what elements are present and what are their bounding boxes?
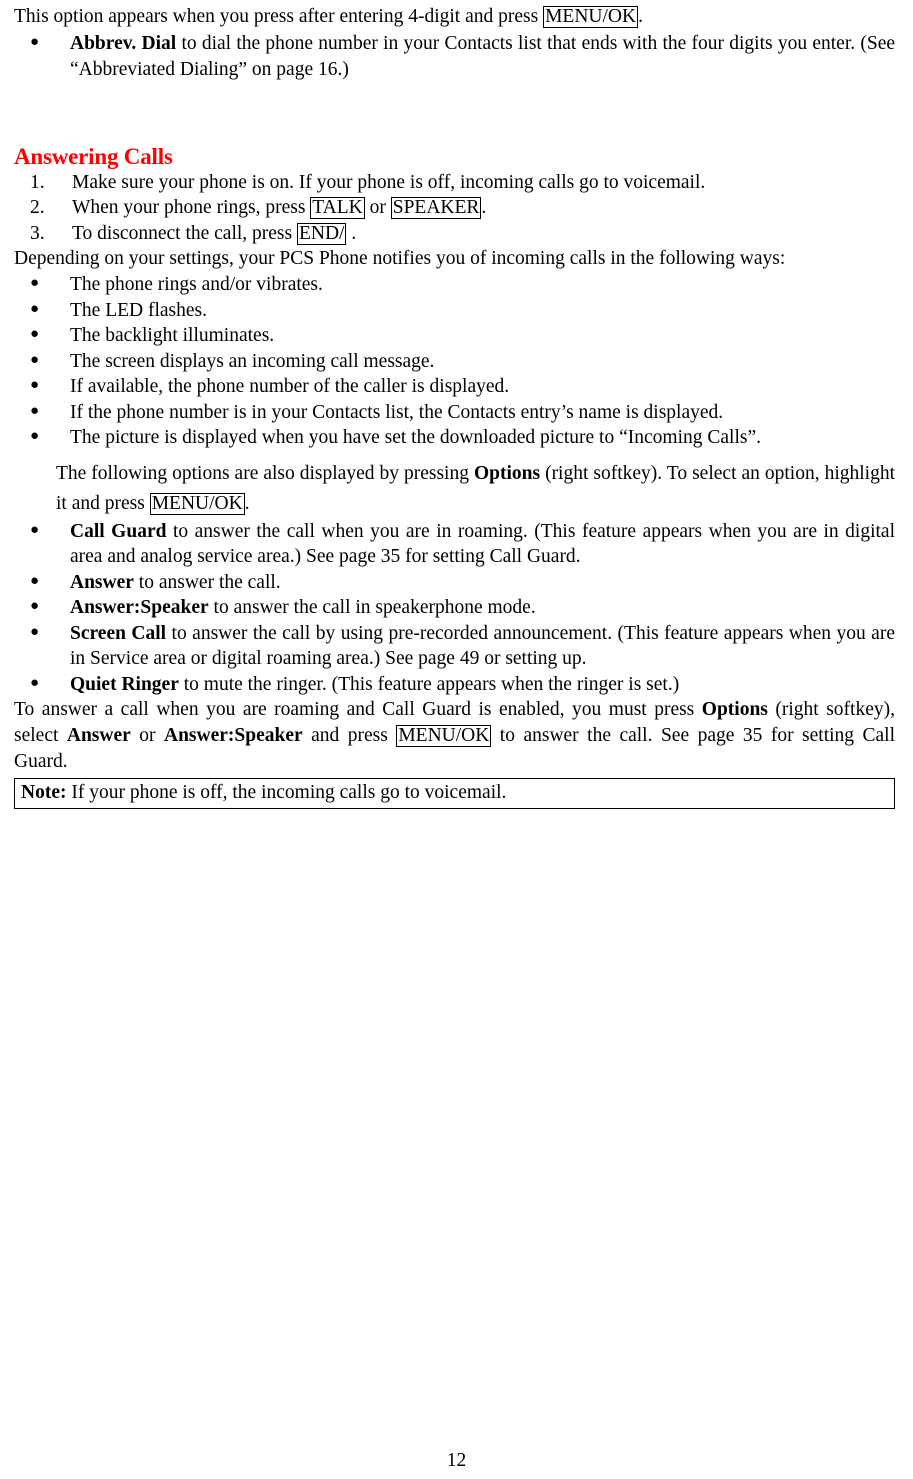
options-intro-paragraph: The following options are also displayed… xyxy=(14,459,895,519)
abbrev-dial-text: to dial the phone number in your Contact… xyxy=(70,33,896,80)
option-label-answer: Answer xyxy=(70,571,134,593)
depending-paragraph: Depending on your settings, your PCS Pho… xyxy=(14,248,786,269)
list-item: The LED flashes. xyxy=(14,297,895,324)
list-item: The screen displays an incoming call mes… xyxy=(14,348,895,375)
list-item: Answer to answer the call. xyxy=(14,569,895,596)
key-menu-ok: MENU/OK xyxy=(396,725,492,747)
list-item: 1. Make sure your phone is on. If your ph… xyxy=(14,170,895,196)
option-text: to answer the call in speakerphone mode. xyxy=(208,597,536,618)
list-item: 3. To disconnect the call, press END/ . xyxy=(14,221,895,247)
list-item: Screen Call to answer the call by using … xyxy=(14,620,895,672)
step-number: 3. xyxy=(30,222,45,244)
list-item: Quiet Ringer to mute the ringer. (This f… xyxy=(14,671,895,698)
list-item: 2. When your phone rings, press TALK or S… xyxy=(14,195,895,221)
section-heading-answering-calls: Answering Calls xyxy=(14,144,173,169)
note-label: Note: xyxy=(21,782,67,803)
key-end: END/ xyxy=(296,222,347,245)
list-item: If the phone number is in your Contacts … xyxy=(14,399,895,426)
roaming-options-label: Options xyxy=(701,699,768,720)
option-bullets-list: Call Guard to answer the call when you a… xyxy=(14,518,895,698)
roaming-answer-label: Answer xyxy=(66,725,131,746)
intro-text-after: . xyxy=(638,6,643,27)
option-label-quiet-ringer: Quiet Ringer xyxy=(70,673,179,695)
roaming-text-3: or xyxy=(130,725,164,746)
list-item: Answer:Speaker to answer the call in spe… xyxy=(14,594,895,621)
options-softkey-label: Options xyxy=(473,462,541,484)
option-text: to mute the ringer. (This feature appear… xyxy=(178,673,680,695)
step-text: When your phone rings, press xyxy=(72,197,311,218)
key-talk: TALK xyxy=(310,197,365,219)
option-text: to answer the call. xyxy=(133,571,281,593)
abbrev-dial-label: Abbrev. Dial xyxy=(70,33,177,54)
step-text: Make sure your phone is on. If your phon… xyxy=(72,171,706,193)
option-label-screen-call: Screen Call xyxy=(70,622,167,644)
document-page: This option appears when you press after… xyxy=(0,0,913,1479)
list-item: If available, the phone number of the ca… xyxy=(14,373,895,400)
intro-text-before: This option appears when you press after… xyxy=(14,6,544,27)
option-text: to answer the call when you are in roami… xyxy=(70,520,895,568)
list-item: The phone rings and/or vibrates. xyxy=(14,271,895,298)
step-text-end: . xyxy=(481,197,487,218)
step-text-or: or xyxy=(364,197,391,218)
notify-bullets-list: The phone rings and/or vibrates. The LED… xyxy=(14,271,895,451)
page-number: 12 xyxy=(446,1449,467,1471)
list-item: The backlight illuminates. xyxy=(14,322,895,349)
step-text-end: . xyxy=(346,222,357,244)
note-text: If your phone is off, the incoming calls… xyxy=(66,782,507,803)
step-text: To disconnect the call, press xyxy=(72,222,297,244)
roaming-text-4: and press xyxy=(302,725,397,746)
key-speaker: SPEAKER xyxy=(390,197,482,219)
options-intro-text-3: . xyxy=(244,492,250,514)
list-item: Abbrev. Dial to dial the phone number in… xyxy=(14,30,896,82)
step-number: 2. xyxy=(30,197,45,218)
option-label-answer-speaker: Answer:Speaker xyxy=(70,597,209,618)
roaming-answer-speaker-label: Answer:Speaker xyxy=(164,725,303,746)
step-number: 1. xyxy=(30,171,45,193)
key-menu-ok: MENU/OK xyxy=(543,6,639,28)
list-item: Call Guard to answer the call when you a… xyxy=(14,518,895,570)
roaming-paragraph: To answer a call when you are roaming an… xyxy=(14,697,895,775)
option-label-call-guard: Call Guard xyxy=(70,520,167,542)
option-text: to answer the call by using pre-recorded… xyxy=(70,622,895,670)
abbrev-dial-list: Abbrev. Dial to dial the phone number in… xyxy=(14,30,896,82)
intro-paragraph: This option appears when you press after… xyxy=(14,4,895,30)
roaming-text-1: To answer a call when you are roaming an… xyxy=(14,699,702,720)
key-menu-ok: MENU/OK xyxy=(149,492,245,515)
answering-steps-list: 1. Make sure your phone is on. If your ph… xyxy=(14,170,895,247)
options-intro-text-1: The following options are also displayed… xyxy=(56,462,474,484)
list-item: The picture is displayed when you have s… xyxy=(14,424,895,451)
note-box: Note: If your phone is off, the incoming… xyxy=(14,778,895,809)
